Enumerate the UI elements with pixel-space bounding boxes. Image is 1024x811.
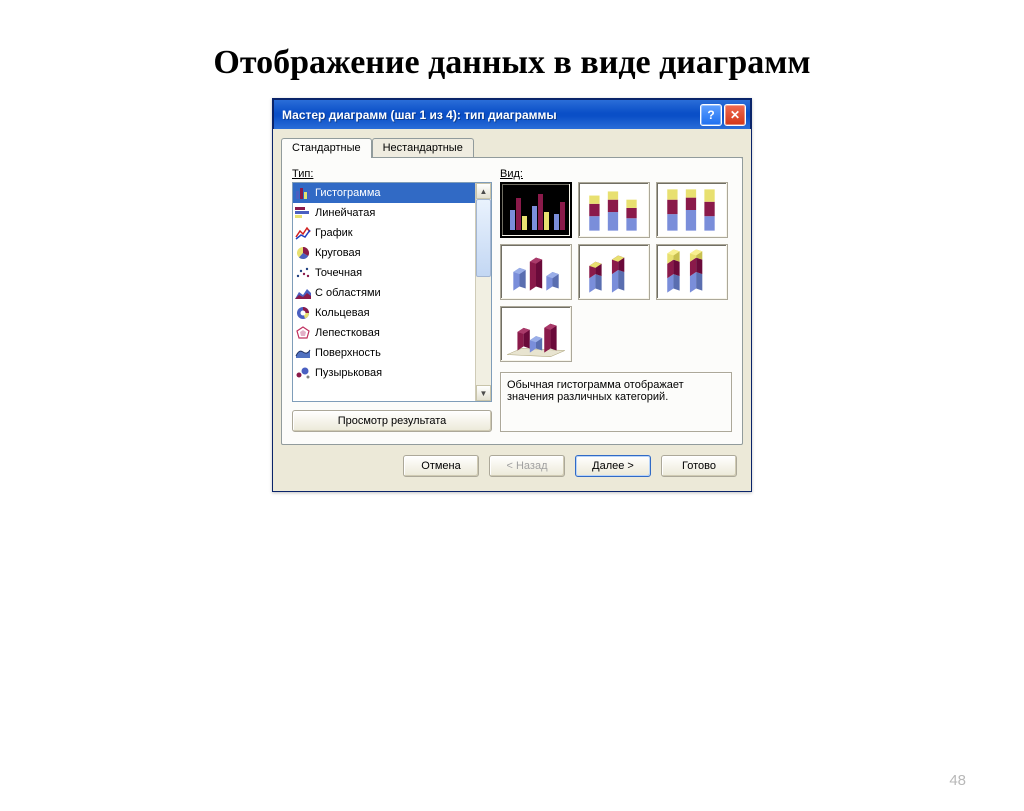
- finish-button[interactable]: Готово: [661, 455, 737, 477]
- next-button[interactable]: Далее >: [575, 455, 651, 477]
- subtype-3d-column[interactable]: [500, 306, 572, 362]
- doughnut-icon: [295, 306, 311, 320]
- list-item-bubble[interactable]: Пузырьковая: [293, 363, 475, 383]
- subtype-3d-clustered-column[interactable]: [500, 244, 572, 300]
- preview-button[interactable]: Просмотр результата: [292, 410, 492, 432]
- list-item-scatter[interactable]: Точечная: [293, 263, 475, 283]
- titlebar: Мастер диаграмм (шаг 1 из 4): тип диагра…: [273, 99, 751, 129]
- list-item-radar[interactable]: Лепестковая: [293, 323, 475, 343]
- help-icon: ?: [707, 108, 714, 122]
- type-column: Тип: Гистограмма: [292, 168, 492, 432]
- list-item-histogram[interactable]: Гистограмма: [293, 183, 475, 203]
- list-item-surface[interactable]: Поверхность: [293, 343, 475, 363]
- surface-icon: [295, 346, 311, 360]
- dialog-body: Стандартные Нестандартные Тип: Гистограм…: [273, 129, 751, 491]
- area-icon: [295, 286, 311, 300]
- close-icon: ✕: [730, 108, 740, 122]
- subtype-stacked-column[interactable]: [578, 182, 650, 238]
- pie-icon: [295, 246, 311, 260]
- subtype-description: Обычная гистограмма отображает значения …: [500, 372, 732, 432]
- buttons-row: Отмена < Назад Далее > Готово: [281, 445, 743, 483]
- titlebar-text: Мастер диаграмм (шаг 1 из 4): тип диагра…: [282, 108, 698, 122]
- list-item-label: Гистограмма: [315, 187, 381, 199]
- tab-standard[interactable]: Стандартные: [281, 138, 372, 157]
- slide-title: Отображение данных в виде диаграмм: [0, 44, 1024, 82]
- list-item-doughnut[interactable]: Кольцевая: [293, 303, 475, 323]
- bar-icon: [295, 206, 311, 220]
- histogram-icon: [295, 186, 311, 200]
- list-item-bar[interactable]: Линейчатая: [293, 203, 475, 223]
- list-item-label: Пузырьковая: [315, 367, 382, 379]
- list-item-area[interactable]: С областями: [293, 283, 475, 303]
- radar-icon: [295, 326, 311, 340]
- scroll-thumb[interactable]: [476, 199, 491, 277]
- list-item-label: Кольцевая: [315, 307, 370, 319]
- scroll-down-button[interactable]: ▼: [476, 385, 491, 401]
- close-button[interactable]: ✕: [724, 104, 746, 126]
- bubble-icon: [295, 366, 311, 380]
- subtype-clustered-column[interactable]: [500, 182, 572, 238]
- help-button[interactable]: ?: [700, 104, 722, 126]
- list-item-label: Поверхность: [315, 347, 381, 359]
- view-label: Вид:: [500, 168, 732, 180]
- subtype-100pct-stacked-column[interactable]: [656, 182, 728, 238]
- list-item-label: Линейчатая: [315, 207, 375, 219]
- type-label: Тип:: [292, 168, 492, 180]
- scrollbar[interactable]: ▲ ▼: [475, 183, 491, 401]
- list-item-line[interactable]: График: [293, 223, 475, 243]
- list-item-label: Лепестковая: [315, 327, 380, 339]
- list-item-label: Круговая: [315, 247, 361, 259]
- list-item-label: С областями: [315, 287, 381, 299]
- subtype-3d-stacked-column[interactable]: [578, 244, 650, 300]
- chart-type-list[interactable]: Гистограмма Линейчатая: [292, 182, 492, 402]
- tabstrip: Стандартные Нестандартные: [281, 138, 743, 158]
- slide-number: 48: [949, 772, 966, 789]
- scroll-track[interactable]: [476, 277, 491, 385]
- cancel-button[interactable]: Отмена: [403, 455, 479, 477]
- list-item-pie[interactable]: Круговая: [293, 243, 475, 263]
- tab-nonstandard[interactable]: Нестандартные: [372, 138, 474, 157]
- scatter-icon: [295, 266, 311, 280]
- view-column: Вид:: [500, 168, 732, 432]
- chart-wizard-dialog: Мастер диаграмм (шаг 1 из 4): тип диагра…: [272, 98, 752, 492]
- scroll-up-button[interactable]: ▲: [476, 183, 491, 199]
- panel-standard: Тип: Гистограмма: [281, 157, 743, 445]
- subtype-3d-100pct-stacked-column[interactable]: [656, 244, 728, 300]
- line-icon: [295, 226, 311, 240]
- list-item-label: Точечная: [315, 267, 362, 279]
- list-item-label: График: [315, 227, 353, 239]
- back-button[interactable]: < Назад: [489, 455, 565, 477]
- chart-subtype-grid: [500, 182, 732, 362]
